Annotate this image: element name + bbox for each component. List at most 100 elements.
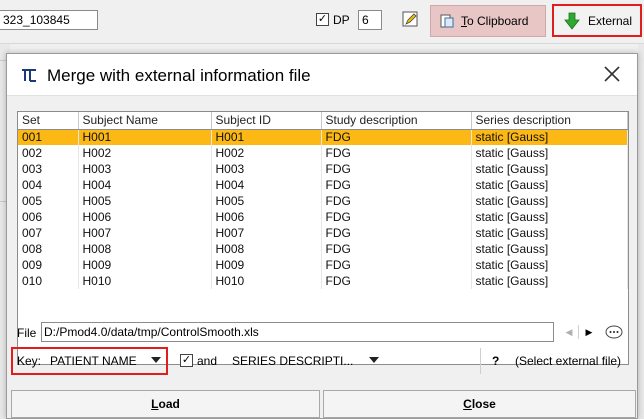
column-header[interactable]: Study description	[321, 112, 472, 130]
previous-icon[interactable]: ◀	[563, 325, 575, 339]
table-cell: 008	[18, 241, 79, 257]
table-cell: H005	[78, 193, 212, 209]
app-logo-icon	[22, 69, 36, 82]
dialog-title: Merge with external information file	[47, 66, 311, 85]
nav-divider	[578, 325, 579, 339]
series-id-field[interactable]: 323_103845	[0, 10, 98, 30]
help-button[interactable]: ?	[492, 354, 499, 368]
table-cell: 009	[18, 257, 79, 273]
chevron-down-icon[interactable]	[151, 357, 161, 363]
table-cell: H003	[211, 161, 322, 177]
table-cell: static [Gauss]	[471, 177, 628, 193]
table-cell: H010	[78, 273, 212, 289]
table-cell: 004	[18, 177, 79, 193]
merge-dialog: Merge with external information file Set…	[6, 53, 638, 419]
series-key-dropdown[interactable]: SERIES DESCRIPTI...	[232, 354, 353, 368]
table-cell: H002	[211, 145, 322, 161]
table-cell: H007	[211, 225, 322, 241]
and-checkbox[interactable]: ✓	[180, 354, 193, 367]
down-arrow-icon	[564, 12, 580, 30]
table-cell: FDG	[321, 225, 472, 241]
table-cell: static [Gauss]	[471, 225, 628, 241]
table-cell: H007	[78, 225, 212, 241]
table-row[interactable]: 001 H001 H001 FDG static [Gauss]	[18, 129, 628, 145]
table-cell: static [Gauss]	[471, 257, 628, 273]
column-header[interactable]: Series description	[471, 112, 628, 130]
table-cell: static [Gauss]	[471, 145, 628, 161]
dp-checkbox[interactable]: ✓	[316, 13, 329, 26]
table-cell: H004	[78, 177, 212, 193]
file-path-field[interactable]: D:/Pmod4.0/data/tmp/ControlSmooth.xls	[41, 322, 554, 342]
external-button[interactable]: External	[552, 4, 642, 37]
table-row[interactable]: 008 H008 H008 FDG static [Gauss]	[18, 241, 628, 257]
table-cell: H003	[78, 161, 212, 177]
to-clipboard-label: To Clipboard	[461, 14, 529, 28]
table-cell: static [Gauss]	[471, 161, 628, 177]
table-row[interactable]: 004 H004 H004 FDG static [Gauss]	[18, 177, 628, 193]
table-cell: FDG	[321, 129, 472, 145]
table-cell: 002	[18, 145, 79, 161]
more-options-icon[interactable]	[605, 325, 623, 339]
load-button[interactable]: Load	[11, 390, 320, 418]
table-cell: FDG	[321, 193, 472, 209]
background-toolbar: 323_103845 ✓ DP 6 To Clipboard External	[0, 0, 644, 44]
close-icon[interactable]	[601, 63, 623, 85]
key-dropdown[interactable]: PATIENT NAME	[50, 354, 137, 368]
table-row[interactable]: 010 H010 H010 FDG static [Gauss]	[18, 273, 628, 289]
table-cell: H010	[211, 273, 322, 289]
select-external-file-button[interactable]: (Select external file)	[515, 354, 621, 368]
table-row[interactable]: 007 H007 H007 FDG static [Gauss]	[18, 225, 628, 241]
table-cell: H006	[211, 209, 322, 225]
table-cell: 010	[18, 273, 79, 289]
key-label: Key:	[17, 354, 42, 368]
and-label: and	[197, 354, 218, 368]
column-header[interactable]: Subject Name	[78, 112, 212, 130]
column-header[interactable]: Set	[18, 112, 79, 130]
table-cell: 003	[18, 161, 79, 177]
background-right-panel	[638, 44, 644, 419]
table-cell: H001	[211, 129, 322, 145]
table-row[interactable]: 003 H003 H003 FDG static [Gauss]	[18, 161, 628, 177]
table-row[interactable]: 006 H006 H006 FDG static [Gauss]	[18, 209, 628, 225]
close-button[interactable]: Close	[323, 390, 636, 418]
table-cell: H001	[78, 129, 212, 145]
table-cell: H009	[211, 257, 322, 273]
table-cell: H008	[211, 241, 322, 257]
table-row[interactable]: 002 H002 H002 FDG static [Gauss]	[18, 145, 628, 161]
dialog-titlebar[interactable]: Merge with external information file	[7, 54, 637, 96]
column-header[interactable]: Subject ID	[211, 112, 322, 130]
table-row[interactable]: 009 H009 H009 FDG static [Gauss]	[18, 257, 628, 273]
table-cell: H002	[78, 145, 212, 161]
table-cell: static [Gauss]	[471, 193, 628, 209]
table-cell: static [Gauss]	[471, 241, 628, 257]
chevron-down-icon[interactable]	[369, 357, 379, 363]
dp-input[interactable]: 6	[358, 10, 382, 30]
table-header-row: Set Subject Name Subject ID Study descri…	[18, 112, 628, 130]
dp-label: DP	[333, 13, 350, 27]
table-cell: 005	[18, 193, 79, 209]
to-clipboard-button[interactable]: To Clipboard	[430, 5, 546, 37]
table-cell: H004	[211, 177, 322, 193]
edit-icon[interactable]	[402, 11, 418, 27]
table-row[interactable]: 005 H005 H005 FDG static [Gauss]	[18, 193, 628, 209]
table-cell: FDG	[321, 177, 472, 193]
table-cell: H008	[78, 241, 212, 257]
table-cell: FDG	[321, 209, 472, 225]
key-row-divider	[480, 348, 481, 374]
table-cell: 006	[18, 209, 79, 225]
table-cell: H005	[211, 193, 322, 209]
external-label: External	[588, 13, 633, 28]
table-cell: H006	[78, 209, 212, 225]
table-cell: FDG	[321, 145, 472, 161]
table-cell: 001	[18, 129, 79, 145]
table-cell: FDG	[321, 241, 472, 257]
table-cell: static [Gauss]	[471, 273, 628, 289]
table-cell: H009	[78, 257, 212, 273]
table-cell: static [Gauss]	[471, 209, 628, 225]
next-icon[interactable]: ▶	[583, 325, 595, 339]
table-cell: static [Gauss]	[471, 129, 628, 145]
table-cell: FDG	[321, 257, 472, 273]
table-cell: FDG	[321, 273, 472, 289]
table-cell: FDG	[321, 161, 472, 177]
table-cell: 007	[18, 225, 79, 241]
